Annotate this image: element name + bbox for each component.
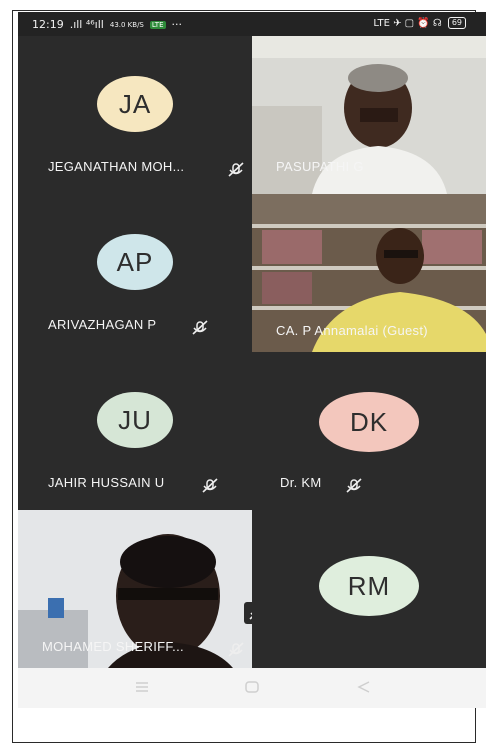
avatar: JA: [97, 76, 173, 132]
participant-name: MOHAMED SHERIFF...: [42, 639, 184, 654]
participant-tile-annamalai[interactable]: CA. P Annamalai (Guest): [252, 194, 486, 352]
mic-muted-icon: [228, 642, 244, 657]
mic-muted-icon: [346, 478, 362, 493]
participant-tile-ap[interactable]: AP ARIVAZHAGAN P: [18, 194, 252, 352]
participant-tile-ju[interactable]: JU JAHIR HUSSAIN U: [18, 352, 252, 510]
home-icon[interactable]: [244, 680, 260, 694]
avatar: AP: [97, 234, 173, 290]
meeting-grid: 12:19 .ıll ⁴⁶ıll 43.0 KB/S LTE ··· LTE ✈…: [18, 12, 486, 708]
mic-muted-icon: [202, 478, 218, 493]
participant-name: JEGANATHAN MOH...: [48, 159, 185, 174]
participant-name: PASUPATHI G: [276, 159, 364, 174]
back-icon[interactable]: [356, 680, 372, 694]
participant-name: Dr. KM: [280, 475, 322, 490]
avatar: RM: [319, 556, 419, 616]
status-icons: LTE ✈ ▢ ⏰ ☊: [373, 17, 442, 29]
status-time: 12:19: [32, 18, 64, 31]
participant-name: ARIVAZHAGAN P: [48, 317, 157, 332]
participant-tile-pasupathi[interactable]: PASUPATHI G: [252, 36, 486, 194]
system-navigation-bar: [18, 668, 486, 708]
status-bar: 12:19 .ıll ⁴⁶ıll 43.0 KB/S LTE ··· LTE ✈…: [18, 12, 486, 36]
menu-icon[interactable]: [134, 680, 150, 694]
participant-tile-rm[interactable]: RM: [252, 510, 486, 668]
participant-tile-ja[interactable]: JA JEGANATHAN MOH...: [18, 36, 252, 194]
mic-muted-icon: [192, 320, 208, 335]
participant-tile-dk[interactable]: DK Dr. KM: [252, 352, 486, 510]
mic-muted-icon: [228, 162, 244, 177]
participant-name: CA. P Annamalai (Guest): [276, 323, 428, 338]
network-speed: 43.0 KB/S: [109, 20, 144, 29]
avatar: DK: [319, 392, 419, 452]
participant-name: JAHIR HUSSAIN U: [48, 475, 165, 490]
more-notifications-icon: ···: [171, 18, 183, 31]
participant-tile-mohamed[interactable]: MOHAMED SHERIFF...: [18, 510, 252, 668]
network-badge: LTE: [149, 20, 166, 29]
signal-icon: .ıll ⁴⁶ıll: [69, 18, 104, 31]
avatar: JU: [97, 392, 173, 448]
battery-icon: 69: [447, 17, 466, 29]
